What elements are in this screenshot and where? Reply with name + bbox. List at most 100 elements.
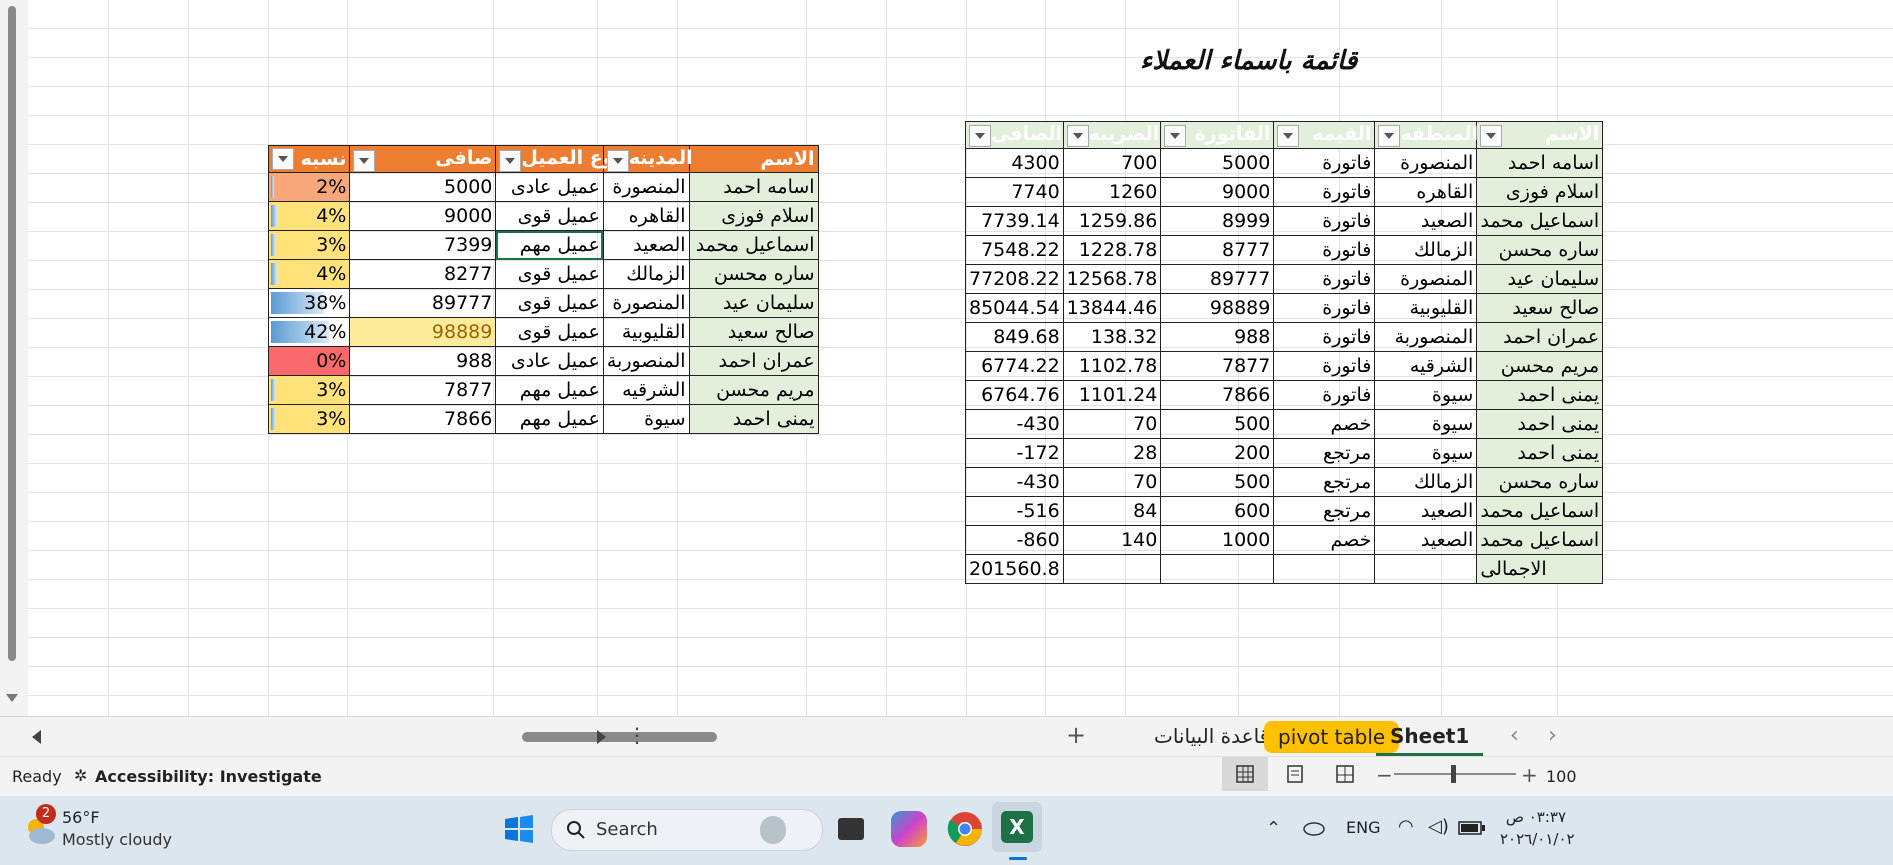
name-cell[interactable]: اسماعيل محمد — [1476, 206, 1604, 236]
tax-cell[interactable]: 1101.24 — [1062, 380, 1162, 410]
name-cell[interactable]: مريم محسن — [1476, 351, 1604, 381]
scroll-thumb[interactable] — [522, 732, 717, 742]
city-cell[interactable]: المنصورة — [602, 172, 690, 202]
filter-dropdown-icon[interactable] — [969, 125, 991, 147]
tax-cell[interactable]: 700 — [1062, 148, 1162, 178]
net-cell[interactable]: -860 — [965, 525, 1064, 555]
kind-cell[interactable]: خصم — [1273, 525, 1376, 555]
filter-dropdown-icon[interactable] — [353, 149, 376, 172]
name-cell[interactable]: ساره محسن — [1476, 467, 1604, 497]
invoice-cell[interactable]: 500 — [1160, 467, 1275, 497]
name-cell[interactable]: اسامه احمد — [688, 172, 819, 202]
type-cell[interactable]: عميل قوى — [495, 288, 604, 318]
pct-cell[interactable]: 2% — [267, 172, 351, 202]
kind-cell[interactable]: فاتورة — [1273, 206, 1376, 236]
pct-cell[interactable]: 38% — [267, 288, 351, 318]
tax-cell[interactable]: 1259.86 — [1062, 206, 1162, 236]
invoice-cell[interactable]: 8777 — [1160, 235, 1275, 265]
scroll-left-icon[interactable] — [32, 730, 41, 744]
city-cell[interactable]: المنصوربة — [602, 346, 690, 376]
pct-cell[interactable]: 3% — [267, 230, 351, 260]
net-cell[interactable]: 5000 — [349, 172, 497, 202]
name-cell[interactable]: اسلام فوزى — [1476, 177, 1604, 207]
kind-cell[interactable]: فاتورة — [1273, 351, 1376, 381]
name-cell[interactable]: سليمان عيد — [688, 288, 819, 318]
type-cell[interactable]: عميل مهم — [495, 230, 604, 260]
city-cell[interactable]: الصعيد — [602, 230, 690, 260]
name-cell[interactable]: صالح سعيد — [688, 317, 819, 347]
pct-cell[interactable]: 3% — [267, 375, 351, 405]
filter-dropdown-icon[interactable] — [1066, 125, 1089, 147]
name-cell[interactable]: اسلام فوزى — [688, 201, 819, 231]
tab-scroll-left-icon[interactable]: ‹ — [1510, 723, 1519, 748]
total-label[interactable]: الاجمالى — [1476, 554, 1604, 584]
region-cell[interactable]: الصعيد — [1374, 525, 1478, 555]
kind-cell[interactable]: فاتورة — [1273, 148, 1376, 178]
scroll-down-icon[interactable] — [6, 694, 18, 702]
kind-cell[interactable]: مرتجع — [1273, 467, 1376, 497]
net-cell[interactable]: 98889 — [349, 317, 497, 347]
header-type[interactable]: نوع العميل — [495, 145, 622, 173]
name-cell[interactable]: اسماعيل محمد — [1476, 496, 1604, 526]
battery-icon[interactable] — [1458, 821, 1486, 835]
accessibility-icon[interactable]: ✲ — [74, 766, 87, 785]
scroll-thumb[interactable] — [8, 6, 16, 661]
net-cell[interactable]: 8277 — [349, 259, 497, 289]
kind-cell[interactable]: فاتورة — [1273, 322, 1376, 352]
vertical-scrollbar[interactable] — [0, 0, 28, 716]
net-cell[interactable]: -430 — [965, 409, 1064, 439]
header-city[interactable]: المدينه — [602, 145, 693, 173]
add-sheet-button[interactable]: + — [1066, 721, 1086, 749]
region-cell[interactable]: الزمالك — [1374, 235, 1478, 265]
tax-cell[interactable]: 1102.78 — [1062, 351, 1162, 381]
normal-view-button[interactable] — [1222, 757, 1268, 791]
city-cell[interactable]: المنصورة — [602, 288, 690, 318]
city-cell[interactable]: سيوة — [602, 404, 690, 434]
filter-dropdown-icon[interactable] — [272, 148, 294, 171]
net-cell[interactable]: -172 — [965, 438, 1064, 468]
kind-cell[interactable]: فاتورة — [1273, 380, 1376, 410]
clock-time[interactable]: ٠٣:٣٧ ص — [1504, 808, 1566, 826]
tax-cell[interactable]: 84 — [1062, 496, 1162, 526]
net-cell[interactable]: 6774.22 — [965, 351, 1064, 381]
name-cell[interactable]: سليمان عيد — [1476, 264, 1604, 294]
name-cell[interactable]: اسامه احمد — [1476, 148, 1604, 178]
type-cell[interactable]: عميل مهم — [495, 375, 604, 405]
city-cell[interactable]: القليوبية — [602, 317, 690, 347]
invoice-cell[interactable]: 1000 — [1160, 525, 1275, 555]
name-cell[interactable]: صالح سعيد — [1476, 293, 1604, 323]
wifi-icon[interactable]: ◠ — [1398, 816, 1414, 837]
worksheet-grid[interactable]: قائمة باسماء العملاء نسبه صافى نوع العمي… — [0, 0, 1893, 716]
net-cell[interactable]: 89777 — [349, 288, 497, 318]
tax-cell[interactable]: 28 — [1062, 438, 1162, 468]
filter-dropdown-icon[interactable] — [606, 149, 629, 172]
name-cell[interactable]: ساره محسن — [1476, 235, 1604, 265]
net-cell[interactable]: 7740 — [965, 177, 1064, 207]
windows-start-icon[interactable] — [503, 813, 535, 849]
language-indicator[interactable]: ENG — [1346, 818, 1380, 837]
invoice-cell[interactable]: 988 — [1160, 322, 1275, 352]
tax-cell[interactable]: 140 — [1062, 525, 1162, 555]
region-cell[interactable]: المنصورة — [1374, 148, 1478, 178]
city-cell[interactable]: القاهره — [602, 201, 690, 231]
header-name[interactable]: الاسم — [1476, 121, 1604, 149]
file-explorer-icon[interactable] — [838, 818, 864, 840]
kind-cell[interactable]: فاتورة — [1273, 293, 1376, 323]
excel-taskbar-button[interactable]: X — [992, 802, 1042, 860]
type-cell[interactable]: عميل قوى — [495, 259, 604, 289]
chevron-up-icon[interactable]: ⌃ — [1266, 818, 1281, 839]
filter-dropdown-icon[interactable] — [1164, 125, 1187, 147]
invoice-cell[interactable]: 98889 — [1160, 293, 1275, 323]
tax-cell[interactable]: 1260 — [1062, 177, 1162, 207]
pct-cell[interactable]: 4% — [267, 259, 351, 289]
region-cell[interactable]: الزمالك — [1374, 467, 1478, 497]
kind-cell[interactable]: فاتورة — [1273, 235, 1376, 265]
net-cell[interactable]: 9000 — [349, 201, 497, 231]
tax-cell[interactable]: 138.32 — [1062, 322, 1162, 352]
tax-cell[interactable]: 12568.78 — [1062, 264, 1162, 294]
invoice-cell[interactable]: 200 — [1160, 438, 1275, 468]
name-cell[interactable]: عمران احمد — [688, 346, 819, 376]
name-cell[interactable]: يمنى احمد — [1476, 409, 1604, 439]
page-break-icon[interactable] — [1336, 765, 1354, 783]
scroll-right-icon[interactable] — [597, 730, 606, 744]
